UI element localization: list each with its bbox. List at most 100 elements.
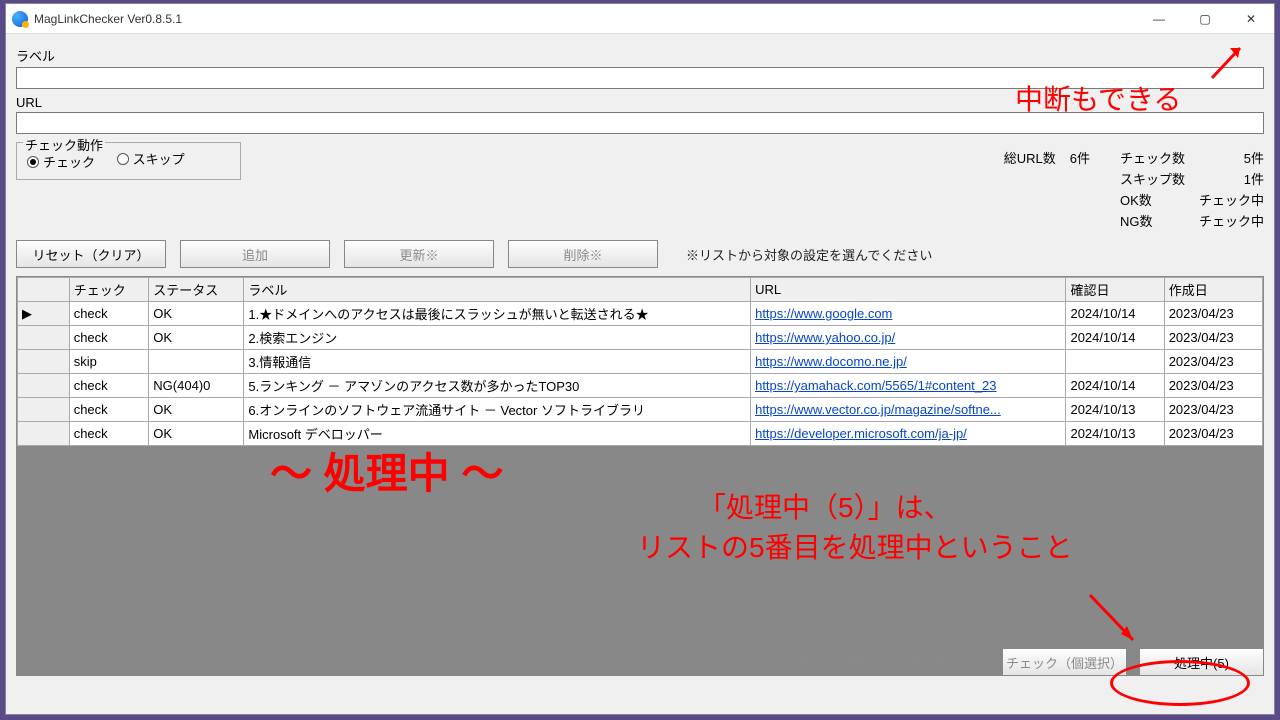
cell-created: 2023/04/23	[1164, 350, 1262, 374]
url-link[interactable]: https://www.google.com	[755, 306, 892, 321]
cell-confirm: 2024/10/14	[1066, 302, 1164, 326]
cell-created: 2023/04/23	[1164, 374, 1262, 398]
cell-status: OK	[149, 326, 244, 350]
checkbox-icon: ✓	[800, 656, 813, 669]
url-link[interactable]: https://developer.microsoft.com/ja-jp/	[755, 426, 967, 441]
cell-url: https://www.vector.co.jp/magazine/softne…	[751, 398, 1066, 422]
row-marker	[18, 350, 70, 374]
table-row[interactable]: checkNG(404)05.ランキング － アマゾンのアクセス数が多かったTO…	[18, 374, 1263, 398]
row-marker: ▶	[18, 302, 70, 326]
table-row[interactable]: checkOK2.検索エンジン https://www.yahoo.co.jp/2…	[18, 326, 1263, 350]
table-row[interactable]: ▶checkOK1.★ドメインへのアクセスは最後にスラッシュが無いと転送される★…	[18, 302, 1263, 326]
cell-label: 6.オンラインのソフトウェア流通サイト － Vector ソフトライブラリ	[244, 398, 751, 422]
cell-label: 2.検索エンジン	[244, 326, 751, 350]
cell-created: 2023/04/23	[1164, 326, 1262, 350]
url-link[interactable]: https://yamahack.com/5565/1#content_23	[755, 378, 996, 393]
stat-label: OK数	[1120, 190, 1185, 209]
cell-created: 2023/04/23	[1164, 422, 1262, 446]
check-mode-group: チェック動作 チェック スキップ	[16, 142, 241, 180]
col-label[interactable]: ラベル	[244, 278, 751, 302]
cell-url: https://www.google.com	[751, 302, 1066, 326]
table-row[interactable]: checkOKMicrosoft デベロッパー https://developer…	[18, 422, 1263, 446]
cell-url: https://yamahack.com/5565/1#content_23	[751, 374, 1066, 398]
data-grid[interactable]: チェック ステータス ラベル URL 確認日 作成日 ▶checkOK1.★ドメ…	[16, 276, 1264, 676]
cell-status: NG(404)0	[149, 374, 244, 398]
cell-url: https://www.yahoo.co.jp/	[751, 326, 1066, 350]
cell-check: check	[69, 374, 149, 398]
cell-status: OK	[149, 302, 244, 326]
stats-panel: 総URL数 6件 チェック数 5件 スキップ数 1件 OK数チェック中 NG数チェック…	[1004, 148, 1264, 230]
minimize-button[interactable]: —	[1136, 4, 1182, 33]
cell-confirm: 2024/10/14	[1066, 326, 1164, 350]
col-confirm[interactable]: 確認日	[1066, 278, 1164, 302]
cell-label: 1.★ドメインへのアクセスは最後にスラッシュが無いと転送される★	[244, 302, 751, 326]
label-input[interactable]	[16, 67, 1264, 89]
cell-confirm	[1066, 350, 1164, 374]
cell-check: check	[69, 398, 149, 422]
cell-label: Microsoft デベロッパー	[244, 422, 751, 446]
cell-url: https://developer.microsoft.com/ja-jp/	[751, 422, 1066, 446]
stat-label: NG数	[1120, 211, 1185, 230]
row-marker	[18, 374, 70, 398]
processing-button[interactable]: 処理中(5)	[1139, 648, 1264, 676]
row-marker	[18, 422, 70, 446]
cell-status: OK	[149, 422, 244, 446]
row-header-col	[18, 278, 70, 302]
stat-value: 5件	[1199, 148, 1264, 167]
stat-value: 1件	[1199, 169, 1264, 188]
radio-skip[interactable]: スキップ	[117, 149, 185, 168]
cell-confirm: 2024/10/13	[1066, 422, 1164, 446]
delete-button[interactable]: 削除※	[508, 240, 658, 268]
url-link[interactable]: https://www.vector.co.jp/magazine/softne…	[755, 402, 1001, 417]
stat-value: チェック中	[1199, 211, 1264, 230]
col-url[interactable]: URL	[751, 278, 1066, 302]
button-hint: ※リストから対象の設定を選んでください	[686, 245, 932, 264]
add-button[interactable]: 追加	[180, 240, 330, 268]
cell-check: skip	[69, 350, 149, 374]
radio-dot-icon	[27, 156, 39, 168]
cell-status	[149, 350, 244, 374]
cell-check: check	[69, 302, 149, 326]
cell-created: 2023/04/23	[1164, 398, 1262, 422]
col-status[interactable]: ステータス	[149, 278, 244, 302]
maximize-button[interactable]: ▢	[1182, 4, 1228, 33]
radio-dot-icon	[117, 153, 129, 165]
cell-status: OK	[149, 398, 244, 422]
url-field-label: URL	[16, 95, 1264, 110]
url-link[interactable]: https://www.yahoo.co.jp/	[755, 330, 895, 345]
row-marker	[18, 326, 70, 350]
url-link[interactable]: https://www.docomo.ne.jp/	[755, 354, 907, 369]
group-legend: チェック動作	[23, 135, 105, 154]
cell-confirm: 2024/10/13	[1066, 398, 1164, 422]
label-field-label: ラベル	[16, 46, 1264, 65]
app-icon	[12, 11, 28, 27]
window-title: MagLinkChecker Ver0.8.5.1	[34, 12, 1136, 26]
cell-confirm: 2024/10/14	[1066, 374, 1164, 398]
url-input[interactable]	[16, 112, 1264, 134]
table-row[interactable]: checkOK6.オンラインのソフトウェア流通サイト － Vector ソフトラ…	[18, 398, 1263, 422]
col-check[interactable]: チェック	[69, 278, 149, 302]
cell-label: 5.ランキング － アマゾンのアクセス数が多かったTOP30	[244, 374, 751, 398]
reset-button[interactable]: リセット（クリア）	[16, 240, 166, 268]
stat-label: スキップ数	[1120, 169, 1185, 188]
cell-created: 2023/04/23	[1164, 302, 1262, 326]
update-button[interactable]: 更新※	[344, 240, 494, 268]
cell-check: check	[69, 422, 149, 446]
compare-slash-checkbox[interactable]: ✓URL末尾の「/」を比較しない	[800, 653, 990, 672]
stat-label: 総URL数	[1004, 148, 1056, 230]
app-window: MagLinkChecker Ver0.8.5.1 — ▢ ✕ ラベル URL …	[5, 3, 1275, 715]
stat-value: チェック中	[1199, 190, 1264, 209]
col-created[interactable]: 作成日	[1164, 278, 1262, 302]
table-row[interactable]: skip 3.情報通信 https://www.docomo.ne.jp/2023/…	[18, 350, 1263, 374]
titlebar: MagLinkChecker Ver0.8.5.1 — ▢ ✕	[6, 4, 1274, 34]
check-selected-button[interactable]: チェック（個選択）	[1002, 648, 1127, 676]
cell-label: 3.情報通信	[244, 350, 751, 374]
stat-label: チェック数	[1120, 148, 1185, 167]
row-marker	[18, 398, 70, 422]
cell-url: https://www.docomo.ne.jp/	[751, 350, 1066, 374]
close-button[interactable]: ✕	[1228, 4, 1274, 33]
cell-check: check	[69, 326, 149, 350]
radio-check[interactable]: チェック	[27, 152, 95, 171]
grid-empty-area	[17, 446, 1263, 675]
stat-value: 6件	[1070, 148, 1090, 230]
